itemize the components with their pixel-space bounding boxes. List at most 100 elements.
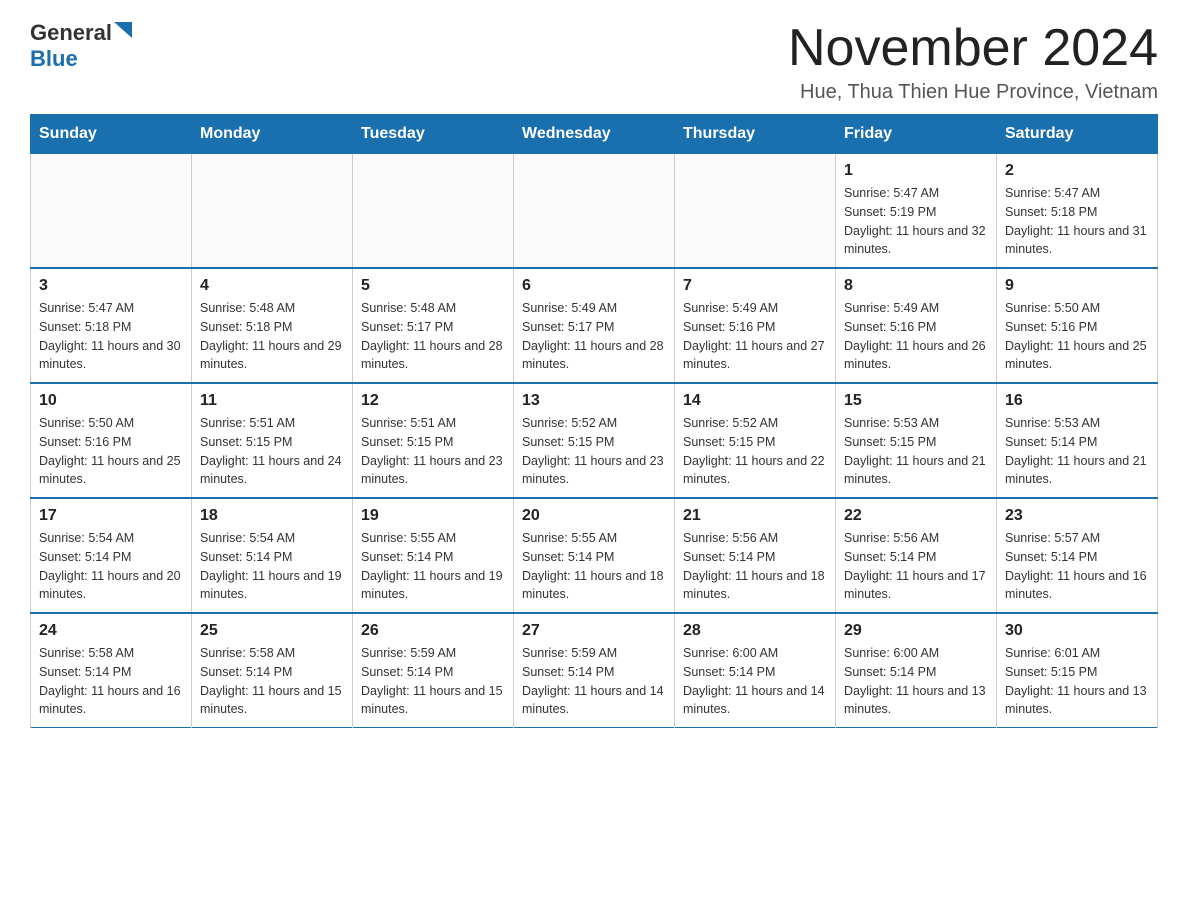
table-row: 1 Sunrise: 5:47 AMSunset: 5:19 PMDaylight…: [836, 154, 997, 269]
day-info: Sunrise: 5:54 AMSunset: 5:14 PMDaylight:…: [200, 529, 344, 604]
table-row: 30 Sunrise: 6:01 AMSunset: 5:15 PMDayligh…: [997, 613, 1158, 728]
header: General Blue November 2024 Hue, Thua Thi…: [30, 20, 1158, 104]
day-info: Sunrise: 5:50 AMSunset: 5:16 PMDaylight:…: [39, 414, 183, 489]
table-row: 19 Sunrise: 5:55 AMSunset: 5:14 PMDayligh…: [353, 498, 514, 613]
day-number: 1: [844, 162, 988, 180]
day-info: Sunrise: 5:55 AMSunset: 5:14 PMDaylight:…: [361, 529, 505, 604]
table-row: 9 Sunrise: 5:50 AMSunset: 5:16 PMDaylight…: [997, 268, 1158, 383]
table-row: 12 Sunrise: 5:51 AMSunset: 5:15 PMDayligh…: [353, 383, 514, 498]
calendar-week-row: 1 Sunrise: 5:47 AMSunset: 5:19 PMDaylight…: [31, 154, 1158, 269]
day-info: Sunrise: 5:58 AMSunset: 5:14 PMDaylight:…: [39, 644, 183, 719]
day-number: 7: [683, 277, 827, 295]
table-row: [192, 154, 353, 269]
logo-blue: Blue: [30, 46, 78, 71]
table-row: 13 Sunrise: 5:52 AMSunset: 5:15 PMDayligh…: [514, 383, 675, 498]
table-row: 21 Sunrise: 5:56 AMSunset: 5:14 PMDayligh…: [675, 498, 836, 613]
col-sunday: Sunday: [31, 115, 192, 154]
table-row: 11Sunrise: 5:51 AMSunset: 5:15 PMDayligh…: [192, 383, 353, 498]
day-number: 8: [844, 277, 988, 295]
day-number: 4: [200, 277, 344, 295]
day-number: 5: [361, 277, 505, 295]
table-row: 29 Sunrise: 6:00 AMSunset: 5:14 PMDayligh…: [836, 613, 997, 728]
calendar-week-row: 24 Sunrise: 5:58 AMSunset: 5:14 PMDayligh…: [31, 613, 1158, 728]
table-row: 25Sunrise: 5:58 AMSunset: 5:14 PMDayligh…: [192, 613, 353, 728]
table-row: 15 Sunrise: 5:53 AMSunset: 5:15 PMDayligh…: [836, 383, 997, 498]
table-row: [675, 154, 836, 269]
table-row: 26 Sunrise: 5:59 AMSunset: 5:14 PMDayligh…: [353, 613, 514, 728]
day-info: Sunrise: 5:59 AMSunset: 5:14 PMDaylight:…: [522, 644, 666, 719]
day-info: Sunrise: 6:00 AMSunset: 5:14 PMDaylight:…: [683, 644, 827, 719]
day-number: 17: [39, 507, 183, 525]
table-row: 5 Sunrise: 5:48 AMSunset: 5:17 PMDaylight…: [353, 268, 514, 383]
table-row: 16 Sunrise: 5:53 AMSunset: 5:14 PMDayligh…: [997, 383, 1158, 498]
day-number: 15: [844, 392, 988, 410]
day-number: 16: [1005, 392, 1149, 410]
day-info: Sunrise: 5:53 AMSunset: 5:14 PMDaylight:…: [1005, 414, 1149, 489]
day-info: Sunrise: 5:55 AMSunset: 5:14 PMDaylight:…: [522, 529, 666, 604]
day-info: Sunrise: 5:56 AMSunset: 5:14 PMDaylight:…: [683, 529, 827, 604]
day-number: 22: [844, 507, 988, 525]
day-info: Sunrise: 5:56 AMSunset: 5:14 PMDaylight:…: [844, 529, 988, 604]
day-info: Sunrise: 5:48 AMSunset: 5:17 PMDaylight:…: [361, 299, 505, 374]
table-row: 10Sunrise: 5:50 AMSunset: 5:16 PMDayligh…: [31, 383, 192, 498]
day-info: Sunrise: 5:52 AMSunset: 5:15 PMDaylight:…: [522, 414, 666, 489]
table-row: 2Sunrise: 5:47 AMSunset: 5:18 PMDaylight…: [997, 154, 1158, 269]
logo-triangle-icon: [114, 22, 132, 38]
logo: General Blue: [30, 20, 132, 73]
title-area: November 2024 Hue, Thua Thien Hue Provin…: [788, 20, 1158, 104]
table-row: 23 Sunrise: 5:57 AMSunset: 5:14 PMDayligh…: [997, 498, 1158, 613]
table-row: 24 Sunrise: 5:58 AMSunset: 5:14 PMDayligh…: [31, 613, 192, 728]
day-number: 19: [361, 507, 505, 525]
day-number: 12: [361, 392, 505, 410]
table-row: 8 Sunrise: 5:49 AMSunset: 5:16 PMDaylight…: [836, 268, 997, 383]
day-number: 30: [1005, 622, 1149, 640]
table-row: 14 Sunrise: 5:52 AMSunset: 5:15 PMDayligh…: [675, 383, 836, 498]
table-row: 6Sunrise: 5:49 AMSunset: 5:17 PMDaylight…: [514, 268, 675, 383]
table-row: [514, 154, 675, 269]
day-info: Sunrise: 5:49 AMSunset: 5:16 PMDaylight:…: [683, 299, 827, 374]
day-number: 26: [361, 622, 505, 640]
day-info: Sunrise: 5:59 AMSunset: 5:14 PMDaylight:…: [361, 644, 505, 719]
day-info: Sunrise: 5:53 AMSunset: 5:15 PMDaylight:…: [844, 414, 988, 489]
day-number: 20: [522, 507, 666, 525]
day-info: Sunrise: 5:48 AMSunset: 5:18 PMDaylight:…: [200, 299, 344, 374]
col-thursday: Thursday: [675, 115, 836, 154]
day-number: 21: [683, 507, 827, 525]
calendar-week-row: 10Sunrise: 5:50 AMSunset: 5:16 PMDayligh…: [31, 383, 1158, 498]
table-row: 17Sunrise: 5:54 AMSunset: 5:14 PMDayligh…: [31, 498, 192, 613]
col-monday: Monday: [192, 115, 353, 154]
day-number: 9: [1005, 277, 1149, 295]
table-row: 20 Sunrise: 5:55 AMSunset: 5:14 PMDayligh…: [514, 498, 675, 613]
day-number: 2: [1005, 162, 1149, 180]
logo-general: General: [30, 20, 112, 46]
day-number: 24: [39, 622, 183, 640]
table-row: 3 Sunrise: 5:47 AMSunset: 5:18 PMDaylight…: [31, 268, 192, 383]
day-info: Sunrise: 5:49 AMSunset: 5:16 PMDaylight:…: [844, 299, 988, 374]
day-number: 14: [683, 392, 827, 410]
day-info: Sunrise: 5:52 AMSunset: 5:15 PMDaylight:…: [683, 414, 827, 489]
day-info: Sunrise: 6:00 AMSunset: 5:14 PMDaylight:…: [844, 644, 988, 719]
table-row: [353, 154, 514, 269]
month-title: November 2024: [788, 20, 1158, 77]
day-info: Sunrise: 5:50 AMSunset: 5:16 PMDaylight:…: [1005, 299, 1149, 374]
table-row: 7 Sunrise: 5:49 AMSunset: 5:16 PMDaylight…: [675, 268, 836, 383]
day-number: 11: [200, 392, 344, 410]
day-number: 13: [522, 392, 666, 410]
calendar-header-row: Sunday Monday Tuesday Wednesday Thursday…: [31, 115, 1158, 154]
day-number: 29: [844, 622, 988, 640]
col-friday: Friday: [836, 115, 997, 154]
col-tuesday: Tuesday: [353, 115, 514, 154]
day-number: 23: [1005, 507, 1149, 525]
table-row: [31, 154, 192, 269]
table-row: 22 Sunrise: 5:56 AMSunset: 5:14 PMDayligh…: [836, 498, 997, 613]
day-info: Sunrise: 5:57 AMSunset: 5:14 PMDaylight:…: [1005, 529, 1149, 604]
day-info: Sunrise: 5:58 AMSunset: 5:14 PMDaylight:…: [200, 644, 344, 719]
day-info: Sunrise: 5:51 AMSunset: 5:15 PMDaylight:…: [361, 414, 505, 489]
day-info: Sunrise: 5:47 AMSunset: 5:18 PMDaylight:…: [39, 299, 183, 374]
day-info: Sunrise: 5:47 AMSunset: 5:19 PMDaylight:…: [844, 184, 988, 259]
table-row: 27Sunrise: 5:59 AMSunset: 5:14 PMDayligh…: [514, 613, 675, 728]
calendar-week-row: 17 Sunrise: 5:54 AMSunset: 5:14 PMDayligh…: [31, 498, 1158, 613]
day-number: 3: [39, 277, 183, 295]
table-row: 18Sunrise: 5:54 AMSunset: 5:14 PMDayligh…: [192, 498, 353, 613]
day-info: Sunrise: 6:01 AMSunset: 5:15 PMDaylight:…: [1005, 644, 1149, 719]
